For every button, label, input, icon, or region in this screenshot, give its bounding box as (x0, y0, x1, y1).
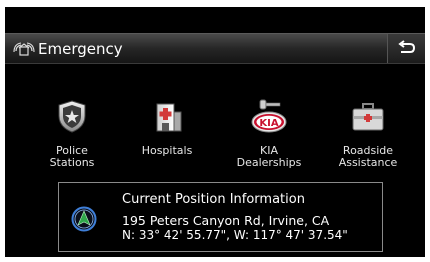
page-title: Emergency (38, 40, 123, 58)
menu-item-kia-dealerships[interactable]: KIA KIA Dealerships (224, 99, 314, 179)
back-arrow-icon (398, 40, 416, 53)
kia-dealer-icon: KIA (249, 99, 289, 133)
emergency-screen: Emergency Police Stations Hospitals KIA … (5, 7, 425, 257)
position-title: Current Position Information (122, 192, 305, 207)
position-coordinates: N: 33° 42' 55.77", W: 117° 47' 37.54" (122, 228, 348, 242)
menu-item-police-stations[interactable]: Police Stations (27, 99, 117, 179)
hospital-icon (147, 99, 187, 133)
menu-label: Roadside Assistance (338, 144, 398, 169)
menu-label: KIA Dealerships (236, 144, 302, 169)
back-button[interactable] (387, 34, 425, 63)
compass-arrow-icon (71, 206, 97, 232)
svg-text:KIA: KIA (259, 118, 278, 129)
header-bar: Emergency (5, 33, 425, 64)
position-address: 195 Peters Canyon Rd, Irvine, CA (122, 213, 330, 228)
emergency-menu: Police Stations Hospitals KIA KIA Dealer… (5, 99, 425, 179)
menu-item-hospitals[interactable]: Hospitals (122, 99, 212, 179)
menu-item-roadside-assistance[interactable]: Roadside Assistance (323, 99, 413, 179)
current-position-panel[interactable]: Current Position Information 195 Peters … (58, 182, 383, 252)
emergency-call-icon (13, 41, 35, 57)
police-badge-icon (52, 99, 92, 133)
menu-label: Police Stations (49, 144, 95, 169)
roadside-toolbox-icon (348, 99, 388, 133)
menu-label: Hospitals (141, 144, 193, 157)
